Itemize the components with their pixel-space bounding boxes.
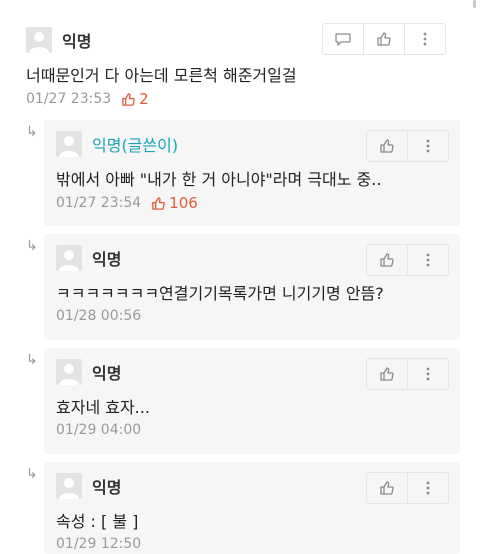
reply-meta: 01/29 12:50 [56,536,141,552]
more-vertical-icon [426,481,430,495]
comment-meta: 01/27 23:53 2 [26,90,149,108]
more-options-button[interactable] [407,473,448,503]
reply-author: 익명 [92,250,122,269]
comment-header: 익명 [26,26,91,54]
thumbs-up-icon [380,139,394,153]
more-options-button[interactable] [407,131,448,161]
reply-comment-button[interactable] [323,24,363,54]
reply-meta: 01/29 04:00 [56,422,141,438]
like-button[interactable] [367,473,407,503]
reply-time: 01/28 00:56 [56,308,142,324]
like-button[interactable] [367,131,407,161]
reply-meta: 01/27 23:54 106 [56,194,198,212]
default-avatar-icon [56,131,82,157]
more-vertical-icon [423,32,427,46]
more-options-button[interactable] [404,24,445,54]
reply-arrow-icon: ↳ [26,352,38,368]
comment-author: 익명 [62,32,92,51]
reply-actions [366,244,449,276]
reply-item: 익명 ㅋㅋㅋㅋㅋㅋㅋ연결기기목록가면 니기기명 안뜸? 01/28 00:56 [44,234,460,340]
like-count-value: 2 [139,90,149,108]
reply-time: 01/27 23:54 [56,195,142,211]
default-avatar-icon [56,245,82,271]
like-button[interactable] [367,245,407,275]
like-count: 2 [121,90,149,108]
default-avatar-icon [26,27,52,53]
reply-item: 익명 속성 : [ 불 ] 01/29 12:50 [44,462,460,554]
reply-header: 익명 [56,472,121,500]
more-options-button[interactable] [407,359,448,389]
like-button[interactable] [363,24,404,54]
reply-actions [366,472,449,504]
more-vertical-icon [426,253,430,267]
reply-text: 효자네 효자... [56,398,150,417]
reply-author: 익명 [92,478,122,497]
reply-arrow-icon: ↳ [26,466,38,482]
reply-text: 밖에서 아빠 "내가 한 거 아니야"라며 극대노 중.. [56,170,382,189]
reply-time: 01/29 04:00 [56,422,142,438]
scrollbar-thumb[interactable] [473,0,476,8]
reply-header: 익명(글쓴이) [56,130,178,158]
comment-actions [322,23,446,55]
default-avatar-icon [56,359,82,385]
like-count-value: 106 [169,194,198,212]
comment-time: 01/27 23:53 [26,91,112,107]
comment-text: 너때문인거 다 아는데 모른척 해준거일걸 [26,66,297,85]
reply-meta: 01/28 00:56 [56,308,141,324]
reply-item: 익명(글쓴이) 밖에서 아빠 "내가 한 거 아니야"라며 극대노 중.. 01… [44,120,460,226]
reply-header: 익명 [56,358,121,386]
more-vertical-icon [426,367,430,381]
thumbs-up-icon [380,253,394,267]
like-count: 106 [151,194,198,212]
more-options-button[interactable] [407,245,448,275]
reply-time: 01/29 12:50 [56,536,142,552]
reply-header: 익명 [56,244,121,272]
reply-arrow-icon: ↳ [26,124,38,140]
thumbs-up-icon [122,92,135,106]
like-button[interactable] [367,359,407,389]
reply-arrow-icon: ↳ [26,238,38,254]
reply-actions [366,358,449,390]
thumbs-up-icon [380,481,394,495]
reply-item: 익명 효자네 효자... 01/29 04:00 [44,348,460,454]
thumbs-up-icon [377,32,391,46]
reply-text: 속성 : [ 불 ] [56,512,139,531]
thumbs-up-icon [152,196,165,210]
reply-actions [366,130,449,162]
reply-author: 익명(글쓴이) [92,136,179,155]
reply-text: ㅋㅋㅋㅋㅋㅋㅋ연결기기목록가면 니기기명 안뜸? [56,284,384,303]
speech-bubble-icon [335,33,351,46]
thumbs-up-icon [380,367,394,381]
reply-author: 익명 [92,364,122,383]
default-avatar-icon [56,473,82,499]
more-vertical-icon [426,139,430,153]
